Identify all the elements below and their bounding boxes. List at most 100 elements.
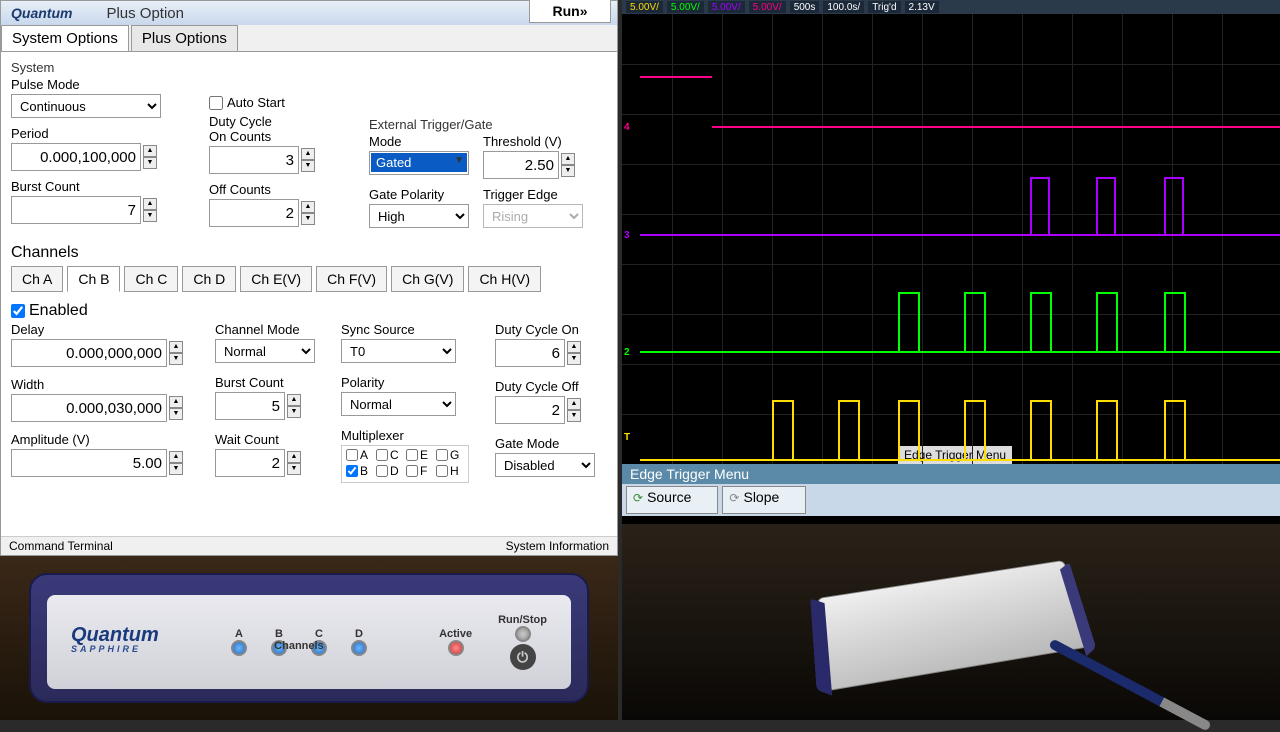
scope-badge: 500s [790, 1, 820, 13]
logo: Quantum [5, 5, 78, 21]
threshold-input[interactable] [483, 151, 559, 179]
delay-input[interactable] [11, 339, 167, 367]
mux-checkbox-g[interactable] [436, 449, 448, 461]
duty-cycle-off-label: Duty Cycle Off [495, 379, 595, 394]
channel-led-label: C [315, 628, 323, 640]
width-input[interactable] [11, 394, 167, 422]
software-panel: Quantum Plus Option Run» System Options … [0, 0, 618, 556]
mode-select[interactable]: Gated ▼ [369, 151, 469, 175]
up-icon[interactable]: ▲ [301, 148, 315, 160]
down-icon[interactable]: ▼ [169, 408, 183, 420]
mux-checkbox-a[interactable] [346, 449, 358, 461]
up-icon[interactable]: ▲ [169, 396, 183, 408]
channel-tab-chhv[interactable]: Ch H(V) [468, 266, 541, 292]
up-icon[interactable]: ▲ [169, 451, 183, 463]
channel-tab-cha[interactable]: Ch A [11, 266, 63, 292]
channel-marker: 4 [624, 122, 630, 133]
down-icon[interactable]: ▼ [287, 463, 301, 475]
period-input[interactable] [11, 143, 141, 171]
channel-tab-chgv[interactable]: Ch G(V) [391, 266, 464, 292]
off-counts-input[interactable] [209, 199, 299, 227]
runstop-label: Run/Stop [498, 614, 547, 626]
refresh-icon: ⟳ [633, 491, 643, 505]
scope-badge: 5.00V/ [708, 1, 745, 13]
header-bar: Quantum Plus Option Run» [1, 1, 617, 25]
tab-plus-options[interactable]: Plus Options [131, 25, 238, 51]
channel-mode-select[interactable]: Normal [215, 339, 315, 363]
scope-badge: 5.00V/ [749, 1, 786, 13]
burst-count-input[interactable] [11, 196, 141, 224]
sync-source-label: Sync Source [341, 322, 469, 337]
down-icon[interactable]: ▼ [567, 353, 581, 365]
duty-cycle-off-input[interactable] [495, 396, 565, 424]
ch-burst-input[interactable] [215, 392, 285, 420]
down-icon[interactable]: ▼ [143, 210, 157, 222]
down-icon[interactable]: ▼ [301, 160, 315, 172]
up-icon[interactable]: ▲ [169, 341, 183, 353]
wait-count-input[interactable] [215, 449, 285, 477]
up-icon[interactable]: ▲ [143, 198, 157, 210]
system-section-label: System [11, 60, 607, 75]
enabled-checkbox[interactable] [11, 304, 25, 318]
trigger-source-button[interactable]: ⟳Source [626, 486, 718, 514]
channels-header: Channels [11, 244, 607, 262]
edge-trigger-menu: Edge Trigger Menu ⟳Source ⟳Slope [622, 464, 1280, 516]
scope-badge: 5.00V/ [667, 1, 704, 13]
duty-on-input[interactable] [209, 146, 299, 174]
up-icon[interactable]: ▲ [561, 153, 575, 165]
channel-marker: T [624, 432, 630, 443]
channel-tab-chb[interactable]: Ch B [67, 266, 120, 292]
delay-label: Delay [11, 322, 189, 337]
burst-count-label: Burst Count [11, 179, 189, 194]
system-info-link[interactable]: System Information [506, 539, 609, 553]
mux-checkbox-d[interactable] [376, 465, 388, 477]
channel-tab-chev[interactable]: Ch E(V) [240, 266, 312, 292]
down-icon[interactable]: ▼ [567, 410, 581, 422]
main-tabs: System Options Plus Options [1, 25, 617, 52]
trigger-edge-label: Trigger Edge [483, 187, 583, 202]
gate-polarity-select[interactable]: High [369, 204, 469, 228]
channel-tab-chfv[interactable]: Ch F(V) [316, 266, 387, 292]
app-title: Plus Option [106, 5, 184, 22]
mux-checkbox-b[interactable] [346, 465, 358, 477]
pulse-mode-select[interactable]: Continuous [11, 94, 161, 118]
mux-checkbox-e[interactable] [406, 449, 418, 461]
down-icon[interactable]: ▼ [287, 406, 301, 418]
up-icon[interactable]: ▲ [143, 145, 157, 157]
active-led [448, 640, 464, 656]
trigger-menu-tag: Edge Trigger Menu [898, 446, 1012, 464]
channel-led-label: D [355, 628, 363, 640]
channel-marker: 3 [624, 230, 630, 241]
up-icon[interactable]: ▲ [567, 398, 581, 410]
mux-checkbox-c[interactable] [376, 449, 388, 461]
down-icon[interactable]: ▼ [143, 157, 157, 169]
period-label: Period [11, 126, 189, 141]
power-icon: ⏻ [510, 644, 536, 670]
up-icon[interactable]: ▲ [567, 341, 581, 353]
channel-tab-chc[interactable]: Ch C [124, 266, 178, 292]
run-button[interactable]: Run» [529, 0, 611, 23]
device-logo: QuantumSAPPHIRE [71, 628, 159, 656]
tab-system-options[interactable]: System Options [1, 25, 129, 51]
gate-mode-select[interactable]: Disabled [495, 453, 595, 477]
down-icon[interactable]: ▼ [301, 213, 315, 225]
mux-checkbox-h[interactable] [436, 465, 448, 477]
scope-badge: Trig'd [868, 1, 900, 13]
off-counts-label: Off Counts [209, 182, 349, 197]
sync-source-select[interactable]: T0 [341, 339, 456, 363]
down-icon[interactable]: ▼ [561, 165, 575, 177]
channel-tab-chd[interactable]: Ch D [182, 266, 236, 292]
trigger-slope-button[interactable]: ⟳Slope [722, 486, 806, 514]
down-icon[interactable]: ▼ [169, 463, 183, 475]
auto-start-checkbox[interactable] [209, 96, 223, 110]
pen-prop [1048, 638, 1212, 731]
duty-cycle-on-input[interactable] [495, 339, 565, 367]
up-icon[interactable]: ▲ [287, 451, 301, 463]
polarity-select[interactable]: Normal [341, 392, 456, 416]
command-terminal-link[interactable]: Command Terminal [9, 539, 113, 553]
mux-checkbox-f[interactable] [406, 465, 418, 477]
down-icon[interactable]: ▼ [169, 353, 183, 365]
amplitude-input[interactable] [11, 449, 167, 477]
up-icon[interactable]: ▲ [301, 201, 315, 213]
up-icon[interactable]: ▲ [287, 394, 301, 406]
